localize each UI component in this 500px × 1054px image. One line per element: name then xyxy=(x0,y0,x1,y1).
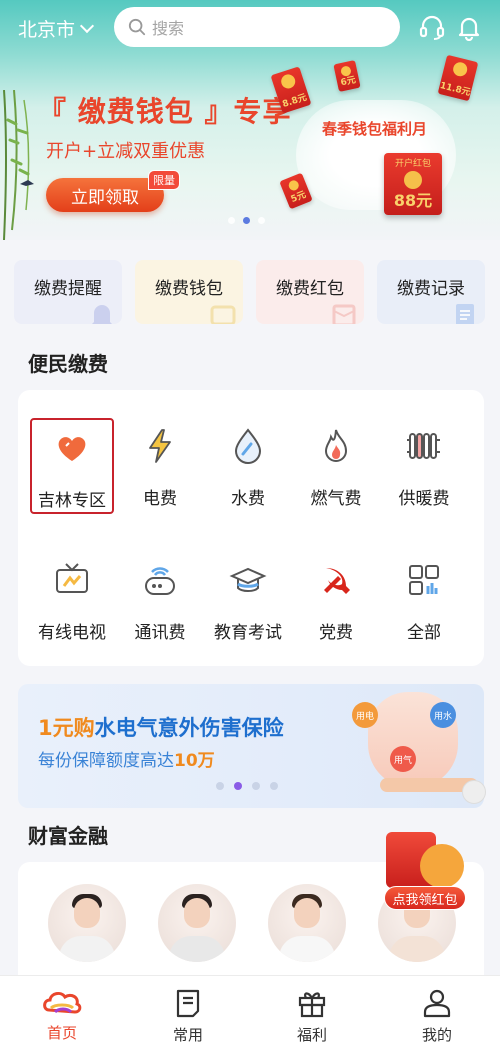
grid-icon xyxy=(409,565,439,595)
section-title-wealth: 财富金融 xyxy=(28,824,108,848)
tiger-mascot-icon xyxy=(420,844,464,888)
tile-label: 缴费记录 xyxy=(397,279,465,299)
tile-payment-wallet[interactable]: 缴费钱包 xyxy=(135,260,243,324)
service-jilin-zone[interactable]: 吉林专区 xyxy=(30,418,114,514)
service-heating[interactable]: 供暖费 xyxy=(382,418,466,514)
banner-subtitle: 开户+立减双重优惠 xyxy=(46,141,206,162)
search-placeholder: 搜索 xyxy=(152,19,185,38)
insurance-title: 1元购水电气意外伤害保险 xyxy=(38,716,284,740)
bottom-tab-bar: 首页 常用 福利 我的 xyxy=(0,975,500,1054)
floating-red-packet[interactable]: 点我领红包 xyxy=(384,830,468,914)
tv-icon xyxy=(56,563,88,593)
heart-icon xyxy=(58,437,86,461)
wealth-avatar[interactable] xyxy=(158,884,236,962)
phone-wifi-icon xyxy=(145,567,175,595)
service-education-exam[interactable]: 教育考试 xyxy=(206,552,290,648)
limited-badge: 限量 xyxy=(148,170,180,190)
tab-home[interactable]: 首页 xyxy=(22,988,102,1050)
tab-benefits[interactable]: 福利 xyxy=(272,988,352,1050)
gas-bubble: 用气 xyxy=(390,746,416,772)
gift-icon xyxy=(298,992,326,1018)
headset-icon[interactable] xyxy=(418,13,446,41)
tile-label: 缴费提醒 xyxy=(34,279,102,299)
service-water[interactable]: 水费 xyxy=(206,418,290,514)
carousel-dot[interactable] xyxy=(252,782,260,790)
tile-payment-redpacket[interactable]: 缴费红包 xyxy=(256,260,364,324)
insurance-banner[interactable]: 1元购水电气意外伤害保险 每份保障额度高达10万 用电 用水 用气 xyxy=(18,684,484,808)
payments-card: 吉林专区 电费 水费 燃气费 供暖费 有线电视 通讯费 教育考试 党费 全部 xyxy=(18,390,484,666)
tile-payment-reminder[interactable]: 缴费提醒 xyxy=(14,260,122,324)
service-telecom[interactable]: 通讯费 xyxy=(118,552,202,648)
section-title-payments: 便民缴费 xyxy=(28,352,108,376)
graduation-cap-icon xyxy=(229,567,267,592)
chevron-down-icon xyxy=(79,18,95,34)
wealth-avatar[interactable] xyxy=(268,884,346,962)
service-party-dues[interactable]: 党费 xyxy=(294,552,378,648)
banner-title: 『 缴费钱包 』专享 xyxy=(38,95,292,128)
service-all[interactable]: 全部 xyxy=(382,552,466,648)
city-selector[interactable]: 北京市 xyxy=(18,15,95,42)
carousel-dot[interactable] xyxy=(216,782,224,790)
small-red-packet: 11.8元 xyxy=(437,54,479,102)
party-emblem-icon xyxy=(324,568,350,594)
carousel-dot[interactable] xyxy=(258,217,265,224)
header-banner-area: 北京市 搜索 『 缴费钱包 』专享 开户+立减双重优惠 立即领取 限量 春季钱包… xyxy=(0,0,500,240)
water-bubble: 用水 xyxy=(430,702,456,728)
electricity-bubble: 用电 xyxy=(352,702,378,728)
small-red-packet: 6元 xyxy=(333,60,361,92)
lightning-icon xyxy=(149,429,171,463)
service-cable-tv[interactable]: 有线电视 xyxy=(30,552,114,648)
wallet-icon xyxy=(210,305,236,324)
banner-carousel-dots xyxy=(228,217,265,224)
carousel-dot[interactable] xyxy=(270,782,278,790)
search-input[interactable]: 搜索 xyxy=(114,7,400,47)
claim-now-button[interactable]: 立即领取 xyxy=(46,178,164,212)
tab-mine[interactable]: 我的 xyxy=(397,988,477,1050)
user-icon xyxy=(423,989,451,1018)
water-drop-icon xyxy=(234,428,262,464)
bell-icon xyxy=(92,305,112,324)
bookmark-doc-icon xyxy=(176,989,200,1018)
list-icon xyxy=(456,304,474,324)
service-electricity[interactable]: 电费 xyxy=(118,418,202,514)
radiator-icon xyxy=(407,433,440,459)
envelope-icon xyxy=(332,304,356,324)
service-gas[interactable]: 燃气费 xyxy=(294,418,378,514)
claim-red-packet-button[interactable]: 点我领红包 xyxy=(384,886,466,910)
tile-payment-records[interactable]: 缴费记录 xyxy=(377,260,485,324)
tile-label: 缴费红包 xyxy=(276,279,344,299)
tab-common[interactable]: 常用 xyxy=(148,988,228,1050)
carousel-dot-active[interactable] xyxy=(243,217,250,224)
search-icon xyxy=(128,18,146,36)
insurance-carousel-dots xyxy=(216,782,278,790)
wealth-avatar[interactable] xyxy=(48,884,126,962)
carousel-dot[interactable] xyxy=(228,217,235,224)
home-cloud-icon xyxy=(43,991,82,1014)
event-title: 春季钱包福利月 xyxy=(322,120,428,138)
scroll-top-icon[interactable] xyxy=(462,780,486,804)
bell-notification-icon[interactable] xyxy=(455,13,483,41)
tile-label: 缴费钱包 xyxy=(155,279,223,299)
insurance-subtitle: 每份保障额度高达10万 xyxy=(38,751,215,771)
carousel-dot-active[interactable] xyxy=(234,782,242,790)
city-label: 北京市 xyxy=(18,19,76,41)
red-packet-88: 开户红包 88元 xyxy=(384,153,442,215)
flame-icon xyxy=(324,429,348,462)
